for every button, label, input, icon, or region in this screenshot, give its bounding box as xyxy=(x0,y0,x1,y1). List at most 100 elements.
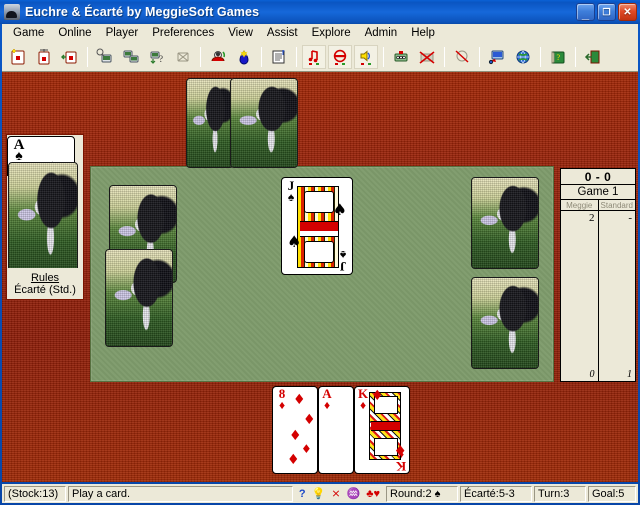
toolbar-separator xyxy=(261,46,262,67)
card-corner-top: A ♠ xyxy=(11,138,27,164)
toolbar-separator xyxy=(540,46,541,67)
score-column-header-meggie: Meggie xyxy=(561,200,599,210)
score-column-standard: - 1 xyxy=(599,211,636,381)
toolbar-separator xyxy=(575,46,576,67)
card-corner-top: K ♦ xyxy=(357,387,369,412)
card-corner-top: 8 ♦ xyxy=(275,387,289,412)
score-column-meggie: 2 0 xyxy=(561,211,599,381)
score-total: 0 - 0 xyxy=(561,169,635,185)
player-card-king-of-diamonds[interactable]: K ♦ K ♦ ♦ ♦ xyxy=(354,386,410,474)
maximize-button[interactable]: ❐ xyxy=(597,3,616,21)
score-column-header-standard: Standard xyxy=(600,201,633,210)
status-goal: Goal:5 xyxy=(588,485,636,502)
card-pip: ♦ xyxy=(371,388,384,404)
toolbar-separator xyxy=(479,46,480,67)
score-value-standard: - xyxy=(628,212,632,224)
opponent-left-card-back[interactable] xyxy=(105,249,173,347)
trump-marker-icon[interactable]: ♒ xyxy=(347,488,361,500)
score-footer-standard: 1 xyxy=(627,369,632,380)
toolbar-separator xyxy=(383,46,384,67)
player-card-suit: ♦ xyxy=(359,398,367,412)
card-pip: ♦ xyxy=(289,428,302,444)
card-table[interactable]: J ♠ J ♠ ♠ ♠ xyxy=(90,166,554,382)
open-game-icon[interactable] xyxy=(58,45,82,69)
menu-item-assist[interactable]: Assist xyxy=(260,26,305,40)
save-game-icon[interactable] xyxy=(32,45,56,69)
status-message: Play a card. xyxy=(68,485,293,502)
rules-link[interactable]: Rules xyxy=(31,272,59,284)
menu-item-view[interactable]: View xyxy=(221,26,260,40)
menu-item-admin[interactable]: Admin xyxy=(358,26,405,40)
close-icon: ✕ xyxy=(623,6,632,18)
no-kibitz-icon[interactable] xyxy=(450,45,474,69)
no-robot-icon[interactable] xyxy=(415,45,439,69)
internet-icon[interactable] xyxy=(511,45,535,69)
help-book-icon[interactable]: ? xyxy=(546,45,570,69)
host-table-icon[interactable] xyxy=(119,45,143,69)
join-table-icon[interactable]: ? xyxy=(145,45,169,69)
minimize-button[interactable]: _ xyxy=(576,3,595,21)
speech-toggle-icon[interactable] xyxy=(354,44,378,69)
trick-card-suit: ♠ xyxy=(287,190,295,204)
assist-wizard-icon[interactable] xyxy=(232,45,256,69)
toolbar: ? ? xyxy=(2,42,638,72)
menu-item-preferences[interactable]: Preferences xyxy=(145,26,221,40)
player-card-suit: ♦ xyxy=(323,398,331,412)
menu-item-game[interactable]: Game xyxy=(6,26,51,40)
help-question-icon[interactable]: ? xyxy=(299,488,306,500)
web-site-icon[interactable] xyxy=(485,45,509,69)
sound-toggle-icon[interactable] xyxy=(302,44,326,69)
toolbar-separator xyxy=(296,46,297,67)
opponent-right-card-back[interactable] xyxy=(471,277,539,369)
toolbar-separator xyxy=(444,46,445,67)
title-bar[interactable]: Euchre & Écarté by MeggieSoft Games _ ❐ … xyxy=(0,0,640,24)
card-pip: ♦ xyxy=(293,392,306,408)
new-game-icon[interactable] xyxy=(6,45,30,69)
card-corner-top: A ♦ xyxy=(321,387,333,412)
score-game-label: Game 1 xyxy=(561,185,635,200)
exit-icon[interactable] xyxy=(581,45,605,69)
close-button[interactable]: ✕ xyxy=(618,3,637,21)
mute-toggle-icon[interactable] xyxy=(328,44,352,69)
opponent-top-card-back[interactable] xyxy=(186,78,234,168)
suit-sort-icon[interactable]: ♣♥ xyxy=(366,488,380,500)
connect-server-icon[interactable] xyxy=(93,45,117,69)
trick-card-jack-of-spades[interactable]: J ♠ J ♠ ♠ ♠ xyxy=(281,177,353,275)
disconnect-icon[interactable] xyxy=(171,45,195,69)
status-icon-group: ? 💡 ⨯ ♒ ♣♥ xyxy=(295,488,384,500)
score-body: 2 0 - 1 xyxy=(561,211,635,381)
status-turn: Turn:3 xyxy=(534,485,586,502)
window-title: Euchre & Écarté by MeggieSoft Games xyxy=(25,5,260,19)
maximize-icon: ❐ xyxy=(602,6,611,17)
opponent-right-card-back[interactable] xyxy=(471,177,539,269)
player-card-suit: ♦ xyxy=(278,398,286,412)
player-profile-icon[interactable] xyxy=(206,45,230,69)
card-pip: ♦ xyxy=(287,452,300,468)
card-pip: ♦ xyxy=(301,442,312,456)
robot-player-icon[interactable] xyxy=(389,45,413,69)
menu-item-player[interactable]: Player xyxy=(99,26,146,40)
game-area[interactable]: J ♠ J ♠ ♠ ♠ A ♠ Rules Écarté (Std.) 0 - … xyxy=(2,72,638,482)
svg-text:?: ? xyxy=(159,54,163,64)
app-dog-icon xyxy=(4,4,20,20)
menu-item-help[interactable]: Help xyxy=(404,26,442,40)
application-window: Euchre & Écarté by MeggieSoft Games _ ❐ … xyxy=(0,0,640,505)
player-card-ace-of-diamonds[interactable]: A ♦ xyxy=(318,386,354,474)
scoreboard[interactable]: 0 - 0 Game 1 Meggie Standard 2 0 - 1 xyxy=(560,168,636,382)
menu-item-online[interactable]: Online xyxy=(51,26,98,40)
minimize-icon: _ xyxy=(581,6,590,21)
opponent-top-card-back[interactable] xyxy=(230,78,298,168)
menu-item-explore[interactable]: Explore xyxy=(305,26,358,40)
stock-card-back[interactable] xyxy=(8,162,78,274)
player-card-8-of-diamonds[interactable]: 8 ♦ ♦ ♦ ♦ ♦ ♦ xyxy=(272,386,318,474)
card-pip: ♦ xyxy=(303,412,316,428)
score-value-meggie: 2 xyxy=(589,212,595,224)
toolbar-separator xyxy=(87,46,88,67)
menu-bar: Game Online Player Preferences View Assi… xyxy=(2,24,638,42)
card-pip: ♦ xyxy=(393,442,407,460)
scoresheet-icon[interactable] xyxy=(267,45,291,69)
hint-bulb-icon[interactable]: 💡 xyxy=(312,488,326,500)
status-round: Round:2 ♠ xyxy=(386,485,458,502)
no-trump-icon[interactable]: ⨯ xyxy=(331,488,340,500)
face-card-art xyxy=(297,186,339,268)
